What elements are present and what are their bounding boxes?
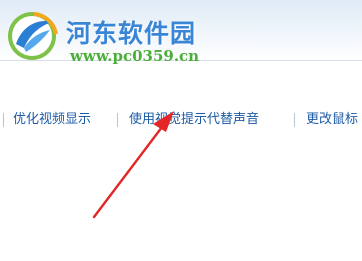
red-arrow-icon <box>92 111 174 219</box>
